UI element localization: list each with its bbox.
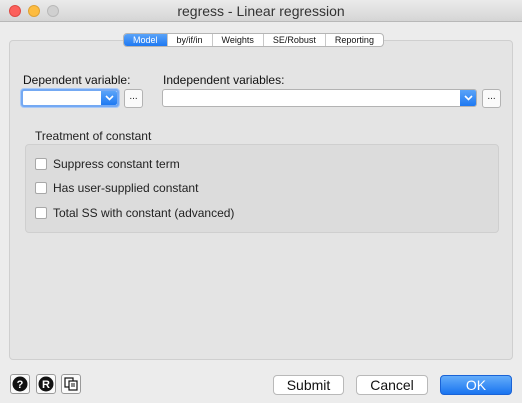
help-button[interactable]: ?	[10, 374, 30, 394]
dependent-variable-label: Dependent variable:	[23, 73, 131, 87]
user-supplied-constant-checkbox[interactable]: Has user-supplied constant	[35, 181, 198, 195]
suppress-constant-checkbox[interactable]: Suppress constant term	[35, 157, 180, 171]
chevron-down-icon[interactable]	[460, 90, 476, 106]
r-icon: R	[38, 376, 54, 392]
checkbox-box[interactable]	[35, 182, 47, 194]
tab-weights[interactable]: Weights	[213, 34, 264, 46]
window-title: regress - Linear regression	[177, 3, 345, 19]
tab-reporting[interactable]: Reporting	[326, 34, 383, 46]
tab-model[interactable]: Model	[124, 34, 168, 46]
independent-browse-button[interactable]: ...	[482, 89, 501, 108]
chevron-down-icon[interactable]	[101, 91, 117, 105]
dependent-browse-button[interactable]: ...	[124, 89, 143, 108]
checkbox-label: Has user-supplied constant	[53, 181, 199, 195]
svg-text:?: ?	[17, 379, 24, 391]
svg-text:R: R	[42, 379, 50, 391]
tab-bar: Model by/if/in Weights SE/Robust Reporti…	[123, 33, 384, 47]
cancel-button[interactable]: Cancel	[356, 375, 428, 395]
checkbox-box[interactable]	[35, 158, 47, 170]
copy-icon	[64, 377, 78, 391]
tab-by-if-in[interactable]: by/if/in	[168, 34, 213, 46]
submit-button[interactable]: Submit	[273, 375, 344, 395]
title-bar: regress - Linear regression	[0, 0, 522, 22]
tab-se-robust[interactable]: SE/Robust	[264, 34, 326, 46]
independent-variables-combo[interactable]	[162, 89, 477, 107]
ok-button[interactable]: OK	[440, 375, 512, 395]
checkbox-label: Total SS with constant (advanced)	[53, 206, 235, 220]
help-icon: ?	[12, 376, 28, 392]
checkbox-box[interactable]	[35, 207, 47, 219]
constant-group-title: Treatment of constant	[35, 129, 152, 143]
independent-variables-label: Independent variables:	[163, 73, 285, 87]
r-button[interactable]: R	[36, 374, 56, 394]
dependent-variable-combo[interactable]	[21, 89, 119, 107]
checkbox-label: Suppress constant term	[53, 157, 180, 171]
total-ss-checkbox[interactable]: Total SS with constant (advanced)	[35, 206, 234, 220]
copy-command-button[interactable]	[61, 374, 81, 394]
